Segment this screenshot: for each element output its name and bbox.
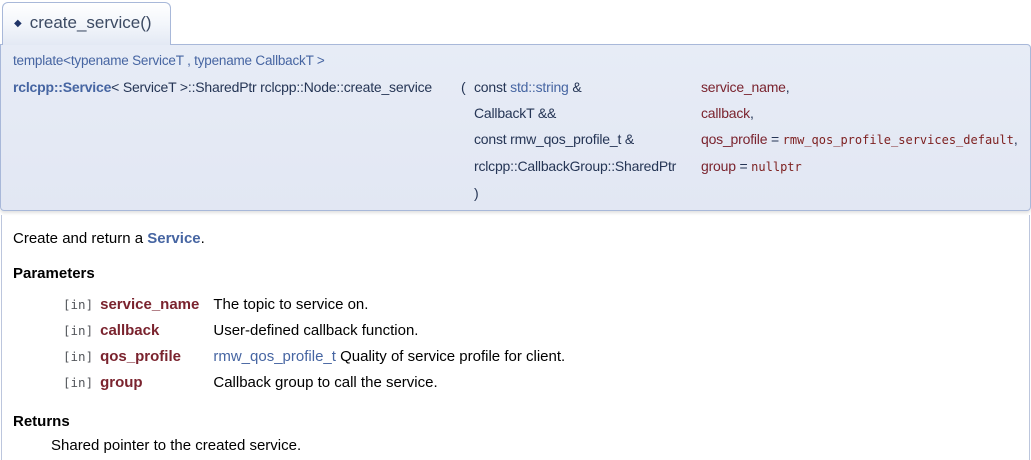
function-name: rclcpp::Service< ServiceT >::SharedPtr r… (13, 74, 461, 100)
parameters-table: [in] service_name The topic to service o… (63, 292, 565, 396)
param-name: service_name, (701, 74, 1018, 100)
function-signature: rclcpp::Service< ServiceT >::SharedPtr r… (13, 74, 1018, 206)
parameters-heading: Parameters (13, 264, 1018, 284)
template-line: template<typename ServiceT , typename Ca… (13, 52, 1018, 69)
param-type: const rmw_qos_profile_t & (474, 126, 701, 153)
table-row: [in] qos_profile rmw_qos_profile_t Quali… (63, 344, 565, 370)
param-description: The topic to service on. (213, 292, 565, 318)
param-direction: [in] (63, 292, 100, 318)
param-name: service_name (100, 292, 213, 318)
return-type-link[interactable]: rclcpp::Service (13, 79, 111, 95)
doxygen-member-doc: ◆ create_service() template<typename Serv… (0, 0, 1031, 460)
param-name: group (100, 370, 213, 396)
function-name-rest: < ServiceT >::SharedPtr rclcpp::Node::cr… (111, 79, 432, 95)
param-direction: [in] (63, 344, 100, 370)
returns-section: Returns Shared pointer to the created se… (13, 412, 1018, 456)
rmw-qos-profile-link[interactable]: rmw_qos_profile_t (213, 348, 336, 365)
table-row: [in] group Callback group to call the se… (63, 370, 565, 396)
default-value: nullptr (751, 160, 802, 174)
table-row: [in] service_name The topic to service o… (63, 292, 565, 318)
param-name: callback, (701, 100, 1018, 126)
param-direction: [in] (63, 318, 100, 344)
member-title: create_service() (30, 13, 152, 32)
returns-heading: Returns (13, 412, 1018, 432)
param-type: CallbackT && (474, 100, 701, 126)
param-description: Callback group to call the service. (213, 370, 565, 396)
service-class-link[interactable]: Service (147, 230, 200, 247)
returns-text: Shared pointer to the created service. (51, 436, 1018, 456)
param-name: callback (100, 318, 213, 344)
table-row: [in] callback User-defined callback func… (63, 318, 565, 344)
member-title-tab[interactable]: ◆ create_service() (2, 2, 171, 45)
default-value: rmw_qos_profile_services_default (783, 133, 1014, 147)
param-type: rclcpp::CallbackGroup::SharedPtr (474, 153, 701, 180)
param-direction: [in] (63, 370, 100, 396)
member-prototype-box: template<typename ServiceT , typename Ca… (0, 44, 1031, 211)
parameters-section: Parameters [in] service_name The topic t… (13, 264, 1018, 396)
param-description: User-defined callback function. (213, 318, 565, 344)
close-paren: ) (474, 180, 701, 206)
param-type: const std::string & (474, 74, 701, 100)
intro-paragraph: Create and return a Service. (13, 229, 1018, 249)
param-name: qos_profile (100, 344, 213, 370)
param-description: rmw_qos_profile_t Quality of service pro… (213, 344, 565, 370)
param-name: qos_profile = rmw_qos_profile_services_d… (701, 126, 1018, 153)
member-documentation: Create and return a Service. Parameters … (1, 215, 1030, 460)
diamond-bullet-icon: ◆ (14, 18, 22, 29)
open-paren: ( (461, 74, 474, 100)
std-string-link[interactable]: std::string (510, 79, 569, 95)
param-name: group = nullptr (701, 153, 1018, 180)
